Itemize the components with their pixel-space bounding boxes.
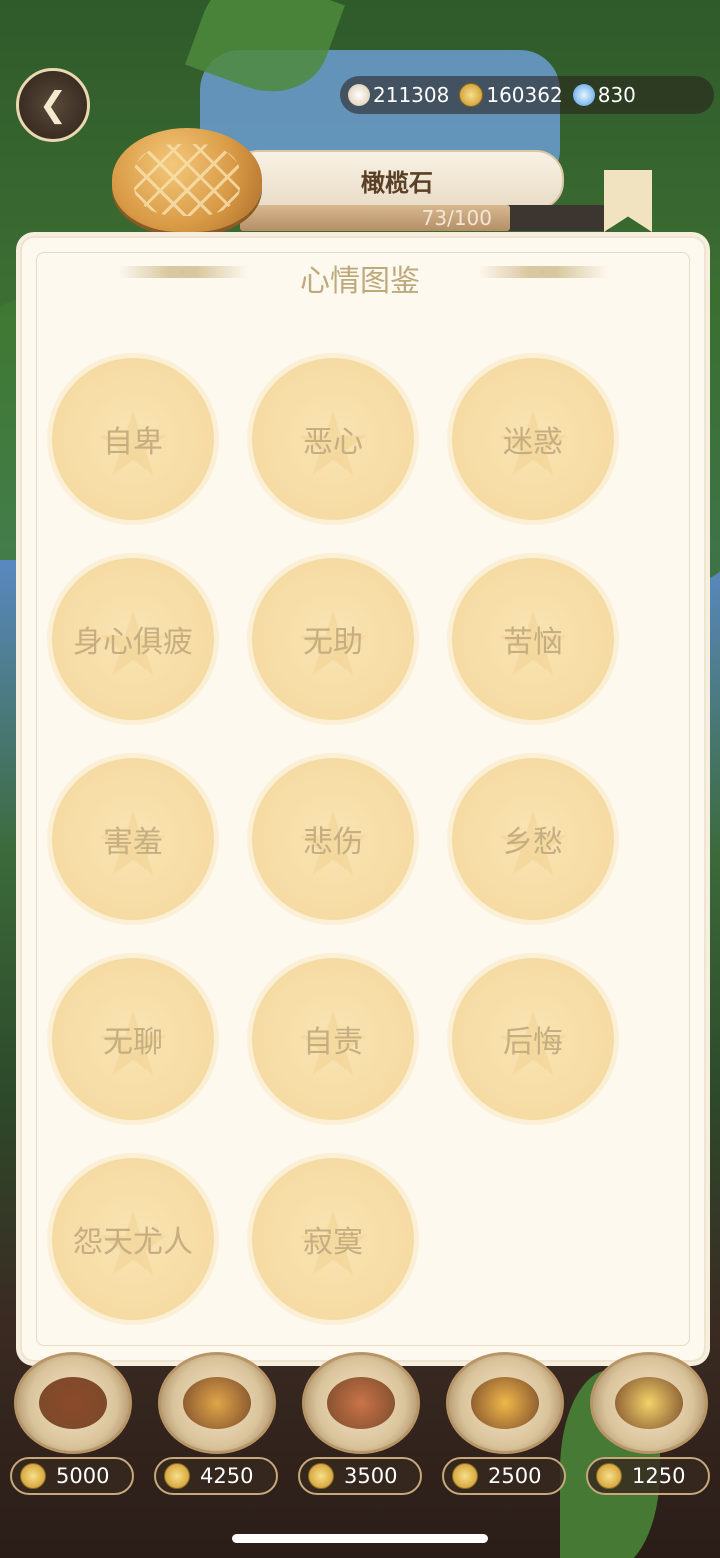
currency-coin-value: 160362: [486, 83, 563, 107]
mood-label: 恶心: [303, 425, 363, 460]
mood-badge[interactable]: 身心俱疲: [52, 558, 214, 720]
shell-icon: [348, 84, 370, 106]
mood-badge[interactable]: 怨天尤人: [52, 1158, 214, 1320]
mood-badge[interactable]: 恶心: [252, 358, 414, 520]
sandwich-icon: [327, 1377, 395, 1429]
food-name: 橄榄石: [361, 168, 433, 197]
coin-icon: [20, 1463, 46, 1489]
currency-bar: 211308 160362 830: [340, 76, 714, 114]
mood-badge[interactable]: 自责: [252, 958, 414, 1120]
mood-label: 怨天尤人: [73, 1225, 193, 1260]
mood-badge[interactable]: 害羞: [52, 758, 214, 920]
egg-tart-icon: [615, 1377, 683, 1429]
food-price: 2500: [442, 1457, 566, 1495]
mood-label: 乡愁: [503, 825, 563, 860]
coin-icon: [452, 1463, 478, 1489]
pancake-icon: [183, 1377, 251, 1429]
food-price-value: 5000: [56, 1464, 110, 1488]
food-price-value: 4250: [200, 1464, 254, 1488]
coin-icon: [164, 1463, 190, 1489]
bread-icon: [112, 128, 262, 232]
burger-icon: [39, 1377, 107, 1429]
back-button[interactable]: ❮: [16, 68, 90, 142]
food-price: 4250: [154, 1457, 278, 1495]
coin-icon: [459, 83, 484, 107]
food-price: 3500: [298, 1457, 422, 1495]
food-price-value: 1250: [632, 1464, 686, 1488]
mood-badge[interactable]: 悲伤: [252, 758, 414, 920]
mood-badge[interactable]: 后悔: [452, 958, 614, 1120]
mood-label: 悲伤: [303, 825, 363, 860]
food-item[interactable]: [158, 1352, 276, 1454]
mood-badge[interactable]: 寂寞: [252, 1158, 414, 1320]
food-item[interactable]: [302, 1352, 420, 1454]
mood-label: 苦恼: [503, 625, 563, 660]
food-price-value: 2500: [488, 1464, 542, 1488]
mood-badge[interactable]: 迷惑: [452, 358, 614, 520]
currency-shell-value: 211308: [373, 83, 450, 107]
mood-badge[interactable]: 无聊: [52, 958, 214, 1120]
mood-label: 身心俱疲: [73, 625, 193, 660]
food-item[interactable]: [590, 1352, 708, 1454]
coin-icon: [596, 1463, 622, 1489]
mood-label: 自卑: [103, 425, 163, 460]
food-name-plate: 橄榄石: [230, 150, 564, 210]
progress-bar: 73/100: [240, 205, 610, 231]
back-arrow-icon: ❮: [38, 85, 68, 125]
mood-badge[interactable]: 自卑: [52, 358, 214, 520]
food-price: 5000: [10, 1457, 134, 1495]
mood-label: 害羞: [103, 825, 163, 860]
food-price: 1250: [586, 1457, 710, 1495]
coin-icon: [308, 1463, 334, 1489]
mood-badge[interactable]: 苦恼: [452, 558, 614, 720]
mood-label: 无聊: [103, 1025, 163, 1060]
home-indicator[interactable]: [232, 1534, 488, 1543]
mood-badge[interactable]: 无助: [252, 558, 414, 720]
panel-title: 心情图鉴: [300, 264, 420, 299]
mood-badge[interactable]: 乡愁: [452, 758, 614, 920]
currency-gem-value: 830: [597, 83, 636, 107]
mood-label: 寂寞: [303, 1225, 363, 1260]
mood-label: 迷惑: [503, 425, 563, 460]
strawberry-cake-icon: [471, 1377, 539, 1429]
progress-text: 73/100: [421, 206, 492, 230]
gem-icon: [572, 84, 595, 106]
currency-coin: 160362: [459, 83, 563, 107]
food-price-value: 3500: [344, 1464, 398, 1488]
currency-gem: 830: [572, 83, 636, 107]
currency-shell: 211308: [348, 83, 449, 107]
mood-label: 无助: [303, 625, 363, 660]
food-item[interactable]: [446, 1352, 564, 1454]
food-item[interactable]: [14, 1352, 132, 1454]
mood-label: 后悔: [503, 1025, 563, 1060]
mood-label: 自责: [303, 1025, 363, 1060]
